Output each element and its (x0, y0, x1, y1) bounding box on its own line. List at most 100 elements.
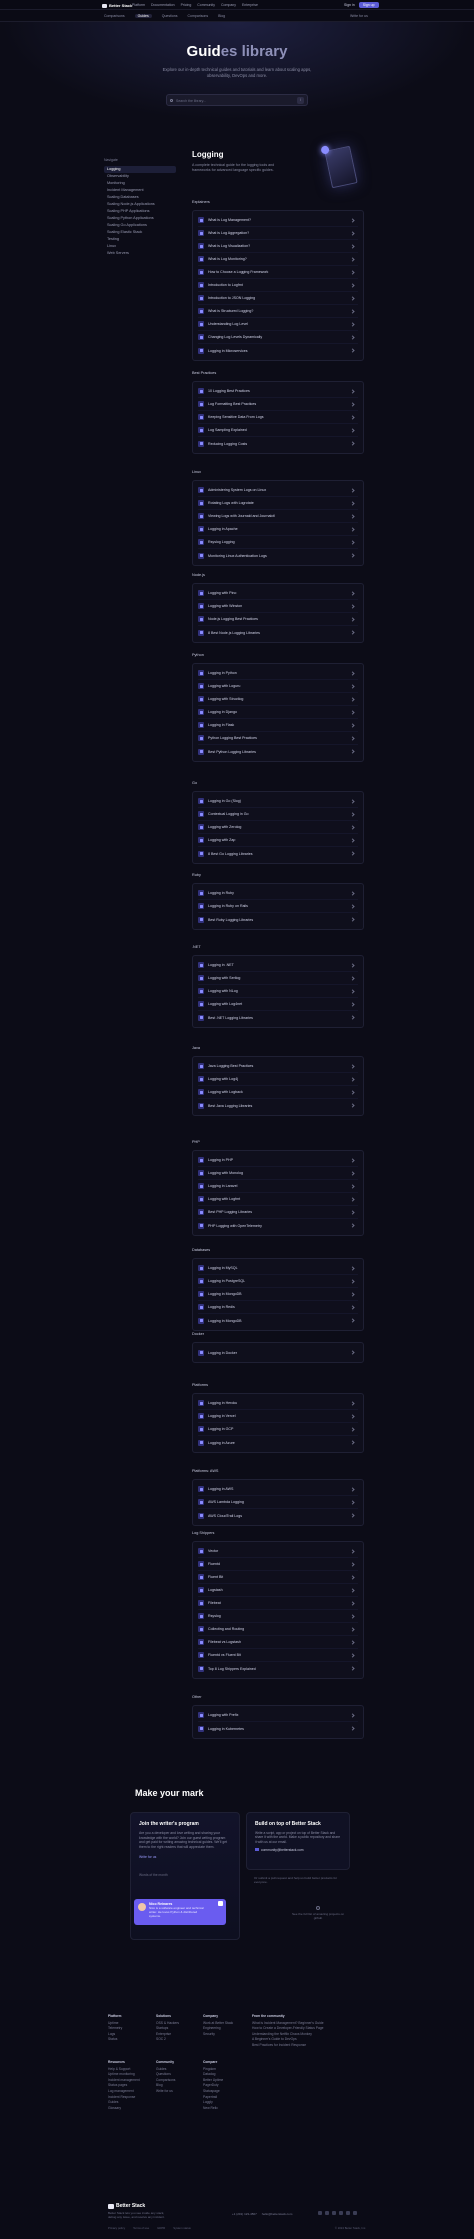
guide-row[interactable]: Introduction to Logfmt (198, 279, 358, 292)
sidebar-item[interactable]: Scaling Elastic Stack (104, 229, 176, 236)
sidebar-item[interactable]: Linux (104, 243, 176, 250)
sidebar-item[interactable]: Logging (104, 166, 176, 173)
discord-icon[interactable] (353, 2211, 357, 2215)
footer-brand[interactable]: Better Stack (108, 2203, 145, 2209)
guide-row[interactable]: Logging with Logfmt (198, 1193, 358, 1206)
guide-row[interactable]: 8 Best Node.js Logging Libraries (198, 626, 358, 639)
subnav-blog[interactable]: Blog (218, 14, 225, 18)
guide-row[interactable]: Logging in Django (198, 706, 358, 719)
privacy-link[interactable]: Privacy policy (108, 2226, 125, 2230)
guide-row[interactable]: Best Java Logging Libraries (198, 1099, 358, 1112)
guide-row[interactable]: AWS CloudTrail Logs (198, 1509, 358, 1522)
guide-row[interactable]: Logstash (198, 1584, 358, 1597)
guide-row[interactable]: Filebeat vs Logstash (198, 1636, 358, 1649)
guide-row[interactable]: Logging with Log4net (198, 998, 358, 1011)
guide-row[interactable]: Reducing Logging Costs (198, 437, 358, 450)
guide-row[interactable]: Log Formatting Best Practices (198, 398, 358, 411)
guide-row[interactable]: What is Log Management? (198, 214, 358, 227)
subnav-comparisons[interactable]: Comparisons (104, 14, 125, 18)
guide-row[interactable]: Vector (198, 1545, 358, 1558)
footer-link[interactable]: Telemetry (108, 2026, 122, 2032)
build-email-link[interactable]: community@betterstack.com (255, 1848, 341, 1852)
guide-row[interactable]: Logging with Logback (198, 1086, 358, 1099)
guide-row[interactable]: Best Python Logging Libraries (198, 745, 358, 758)
guide-row[interactable]: 10 Logging Best Practices (198, 385, 358, 398)
guide-row[interactable]: Logging in Docker (198, 1346, 358, 1359)
guide-row[interactable]: Logging in Ruby (198, 887, 358, 900)
sidebar-item[interactable]: Testing (104, 236, 176, 243)
guide-row[interactable]: Log Sampling Explained (198, 424, 358, 437)
brand-logo[interactable]: Better Stack (102, 3, 132, 8)
guide-row[interactable]: Logging in MongoDB (198, 1314, 358, 1327)
footer-link[interactable]: SOC 2 (156, 2037, 179, 2043)
sidebar-item[interactable]: Web Servers (104, 250, 176, 257)
guide-row[interactable]: Best .NET Logging Libraries (198, 1011, 358, 1024)
write-for-us-cta[interactable]: Write for us (139, 1855, 231, 1859)
guide-row[interactable]: Python Logging Best Practices (198, 732, 358, 745)
write-for-us-link[interactable]: Write for us (350, 14, 368, 18)
guide-row[interactable]: What is Log Aggregation? (198, 227, 358, 240)
sidebar-item[interactable]: Scaling PHP Applications (104, 208, 176, 215)
status-link[interactable]: System status (173, 2226, 191, 2230)
sidebar-item[interactable]: Observability (104, 173, 176, 180)
guide-row[interactable]: Logging in Apache (198, 523, 358, 536)
guide-row[interactable]: Fluentd (198, 1558, 358, 1571)
sidebar-item[interactable]: Monitoring (104, 180, 176, 187)
guide-row[interactable]: Logging in Go (Slog) (198, 795, 358, 808)
guide-row[interactable]: Rotating Logs with Logrotate (198, 497, 358, 510)
guide-row[interactable]: Logging in Azure (198, 1436, 358, 1449)
guide-row[interactable]: Logging in Redis (198, 1301, 358, 1314)
guide-row[interactable]: Logging in Vercel (198, 1410, 358, 1423)
linkedin-icon[interactable] (332, 2211, 336, 2215)
guide-row[interactable]: Logging in Flask (198, 719, 358, 732)
guide-row[interactable]: Collecting and Routing (198, 1623, 358, 1636)
sidebar-item[interactable]: Scaling Node.js Applications (104, 201, 176, 208)
guide-row[interactable]: What is Log Monitoring? (198, 253, 358, 266)
footer-link[interactable]: Security (203, 2032, 233, 2038)
nav-community[interactable]: Community (197, 3, 215, 7)
guide-row[interactable]: 8 Best Go Logging Libraries (198, 847, 358, 860)
footer-link[interactable]: Status (108, 2037, 122, 2043)
guide-row[interactable]: Logging with NLog (198, 985, 358, 998)
sidebar-item[interactable]: Scaling Python Applications (104, 215, 176, 222)
guide-row[interactable]: Logging in Ruby on Rails (198, 900, 358, 913)
sidebar-item[interactable]: Scaling Databases (104, 194, 176, 201)
footer-link[interactable]: How to Create a Developer-Friendly Statu… (252, 2026, 324, 2032)
guide-row[interactable]: What is Log Visualization? (198, 240, 358, 253)
guide-row[interactable]: How to Choose a Logging Framework (198, 266, 358, 279)
youtube-icon[interactable] (346, 2211, 350, 2215)
guide-row[interactable]: Logging with Loguru (198, 680, 358, 693)
subnav-questions[interactable]: Questions (162, 14, 178, 18)
guide-row[interactable]: Monitoring Linux Authentication Logs (198, 549, 358, 562)
guide-row[interactable]: Administering System Logs on Linux (198, 484, 358, 497)
guide-row[interactable]: Logging with Monolog (198, 1167, 358, 1180)
guide-row[interactable]: Fluent Bit (198, 1571, 358, 1584)
guide-row[interactable]: Introduction to JSON Logging (198, 292, 358, 305)
sign-in-link[interactable]: Sign in (344, 3, 355, 7)
guide-row[interactable]: Logging with Log4j (198, 1073, 358, 1086)
x-icon[interactable] (318, 2211, 322, 2215)
guide-row[interactable]: Logging in AWS (198, 1483, 358, 1496)
guide-row[interactable]: Filebeat (198, 1597, 358, 1610)
guide-row[interactable]: Logging in PostgreSQL (198, 1275, 358, 1288)
guide-row[interactable]: Logging with Pino (198, 587, 358, 600)
guide-row[interactable]: Rsyslog (198, 1610, 358, 1623)
subnav-guides[interactable]: Guides (134, 14, 152, 18)
subnav-comparisons-2[interactable]: Comparisons (187, 14, 208, 18)
guide-row[interactable]: Changing Log Levels Dynamically (198, 331, 358, 344)
nav-pricing[interactable]: Pricing (181, 3, 192, 7)
nav-documentation[interactable]: Documentation (151, 3, 175, 7)
footer-email[interactable]: hello@betterstack.com (262, 2212, 293, 2216)
guide-row[interactable]: Logging with Structlog (198, 693, 358, 706)
instagram-icon[interactable] (339, 2211, 343, 2215)
guide-row[interactable]: Best Ruby Logging Libraries (198, 913, 358, 926)
guide-row[interactable]: PHP Logging with OpenTelemetry (198, 1219, 358, 1232)
guide-row[interactable]: Contextual Logging in Go (198, 808, 358, 821)
guide-row[interactable]: Logging with Zap (198, 834, 358, 847)
guide-row[interactable]: Keeping Sensitive Data From Logs (198, 411, 358, 424)
guide-row[interactable]: Java Logging Best Practices (198, 1060, 358, 1073)
footer-phone[interactable]: +1 (201) 123-4567 (232, 2212, 257, 2216)
guide-row[interactable]: Logging with Zerolog (198, 821, 358, 834)
guide-row[interactable]: Logging in MySQL (198, 1262, 358, 1275)
guide-row[interactable]: Logging in MongoDB (198, 1288, 358, 1301)
